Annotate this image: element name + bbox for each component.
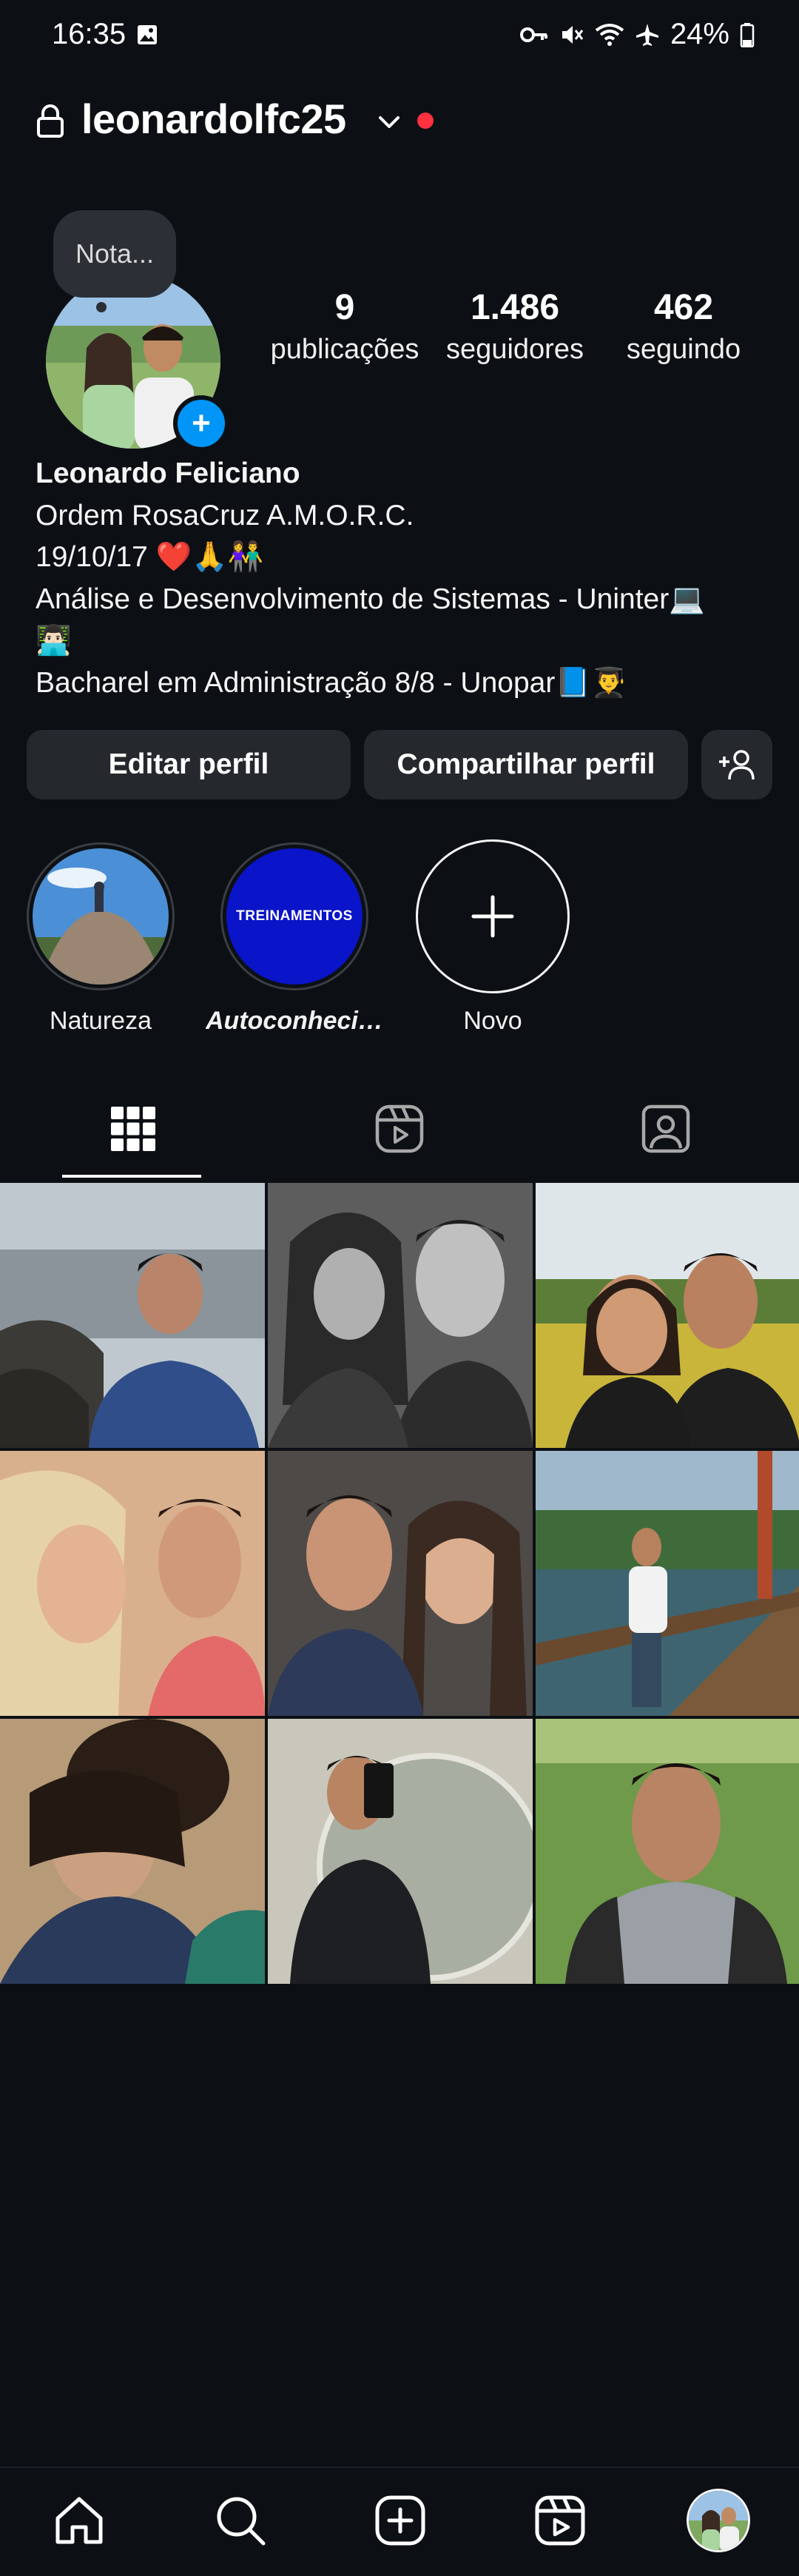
notification-dot (417, 113, 434, 129)
stat-followers-label: seguidores (446, 334, 584, 365)
nav-search[interactable] (207, 2487, 274, 2554)
battery-percent: 24% (670, 18, 729, 50)
highlight-label: Natureza (50, 1007, 152, 1035)
stat-following-value: 462 (653, 288, 714, 327)
highlight-new[interactable]: Novo (416, 839, 570, 1036)
tab-posts[interactable] (0, 1096, 266, 1162)
highlight-cover: TREINAMENTOS (226, 848, 363, 985)
bio-line: 19/10/17 ❤️🙏👫 (36, 541, 264, 573)
bio-line: Bacharel em Administração 8/8 - Unopar📘👨… (36, 666, 627, 699)
note-bubble-tail (96, 302, 107, 312)
post-thumbnail[interactable] (0, 1451, 265, 1716)
nav-profile[interactable] (685, 2487, 752, 2554)
chevron-down-icon[interactable] (376, 111, 402, 133)
highlight-natureza[interactable]: Natureza (27, 842, 175, 1036)
stat-posts-value: 9 (334, 288, 355, 327)
highlight-autoconhecimento[interactable]: TREINAMENTOS Autoconhecimento (206, 842, 383, 1036)
reels-icon (535, 2495, 585, 2546)
create-icon (375, 2495, 425, 2546)
highlight-label: Autoconhecimento (206, 1007, 383, 1035)
note-bubble[interactable]: Nota... (53, 210, 176, 298)
post-thumbnail[interactable] (0, 1183, 265, 1448)
post-thumbnail[interactable] (0, 1719, 265, 1984)
nav-home[interactable] (46, 2487, 112, 2554)
add-story-icon[interactable]: + (173, 395, 229, 452)
post-thumbnail[interactable] (268, 1183, 533, 1448)
grid-icon (111, 1107, 155, 1151)
status-icons: 24% (519, 18, 755, 51)
stat-following-label: seguindo (626, 334, 741, 365)
highlight-label: Novo (463, 1007, 522, 1035)
profile-bio: Leonardo Feliciano Ordem RosaCruz A.M.O.… (36, 453, 775, 704)
bio-line: Ordem RosaCruz A.M.O.R.C. (36, 499, 414, 531)
stat-followers-value: 1.486 (470, 288, 560, 327)
account-username[interactable]: leonardolfc25 (81, 95, 346, 143)
discover-people-button[interactable] (701, 730, 772, 799)
post-thumbnail[interactable] (268, 1451, 533, 1716)
profile-name: Leonardo Feliciano (36, 457, 300, 489)
post-thumbnail[interactable] (536, 1183, 799, 1448)
profile-avatar (687, 2489, 750, 2552)
battery-icon (740, 22, 755, 47)
share-profile-button[interactable]: Compartilhar perfil (364, 730, 688, 799)
post-thumbnail[interactable] (268, 1719, 533, 1984)
nav-reels[interactable] (527, 2487, 593, 2554)
airplane-icon (635, 22, 660, 47)
highlight-cover-text: TREINAMENTOS (236, 908, 353, 924)
status-time: 16:35 (52, 18, 127, 50)
tab-reels[interactable] (266, 1096, 533, 1162)
posts-grid (0, 1183, 799, 1984)
stat-posts[interactable]: 9 publicações (263, 287, 426, 366)
key-icon (519, 24, 549, 46)
home-icon (55, 2497, 103, 2544)
stat-posts-label: publicações (270, 334, 419, 365)
stat-following[interactable]: 462 seguindo (602, 287, 765, 366)
reels-icon (375, 1104, 424, 1153)
tagged-icon (641, 1104, 690, 1153)
bio-line: 👨🏻‍💻 (36, 625, 72, 657)
tab-tagged[interactable] (533, 1096, 799, 1162)
stat-followers[interactable]: 1.486 seguidores (434, 287, 596, 366)
add-person-icon (719, 750, 755, 780)
image-icon (136, 24, 158, 46)
post-thumbnail[interactable] (536, 1451, 799, 1716)
edit-profile-button[interactable]: Editar perfil (27, 730, 351, 799)
mute-icon (559, 22, 584, 47)
nav-create[interactable] (367, 2487, 434, 2554)
lock-icon (36, 104, 65, 138)
post-thumbnail[interactable] (536, 1719, 799, 1984)
wifi-icon (595, 23, 624, 47)
active-tab-indicator (62, 1175, 201, 1178)
plus-icon (471, 895, 514, 938)
search-icon (217, 2497, 266, 2546)
bio-line: Análise e Desenvolvimento de Sistemas - … (36, 583, 705, 615)
highlight-photo (33, 848, 169, 985)
